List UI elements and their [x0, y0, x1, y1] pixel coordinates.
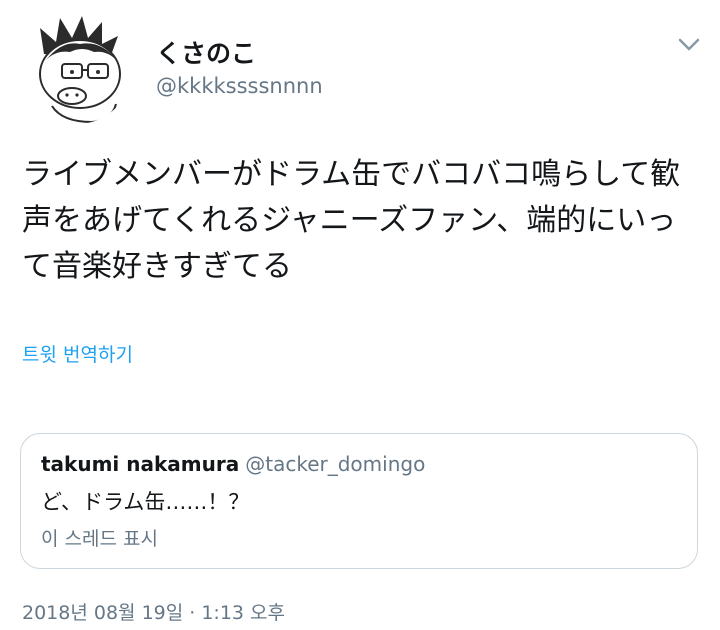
- show-thread-link[interactable]: 이 스레드 표시: [41, 524, 158, 551]
- quoted-author-handle: @tacker_domingo: [245, 452, 426, 476]
- quoted-tweet-header: takumi nakamura @tacker_domingo: [41, 452, 425, 476]
- quoted-tweet-card[interactable]: takumi nakamura @tacker_domingo ど、ドラム缶……！…: [20, 433, 698, 569]
- tweet-text: ライブメンバーがドラム缶でバコバコ鳴らして歓声をあげてくれるジャニーズファン、端…: [22, 157, 681, 284]
- quoted-tweet-text: ど、ドラム缶……！？: [41, 490, 250, 514]
- translate-tweet-link[interactable]: 트윗 번역하기: [22, 340, 133, 367]
- chevron-down-icon[interactable]: [676, 36, 702, 54]
- avatar[interactable]: [22, 14, 132, 124]
- quoted-author-name: takumi nakamura: [41, 452, 240, 476]
- tweet-detail: くさのこ @kkkkssssnnnn ライブメンバーがドラム缶でバコバコ鳴らして…: [0, 0, 720, 630]
- cartoon-character-with-glasses-icon: [39, 16, 121, 124]
- tweet-timestamp: 2018년 08월 19일 · 1:13 오후: [22, 602, 286, 624]
- author-handle[interactable]: @kkkkssssnnnn: [156, 74, 323, 98]
- author-display-name[interactable]: くさのこ: [156, 34, 256, 70]
